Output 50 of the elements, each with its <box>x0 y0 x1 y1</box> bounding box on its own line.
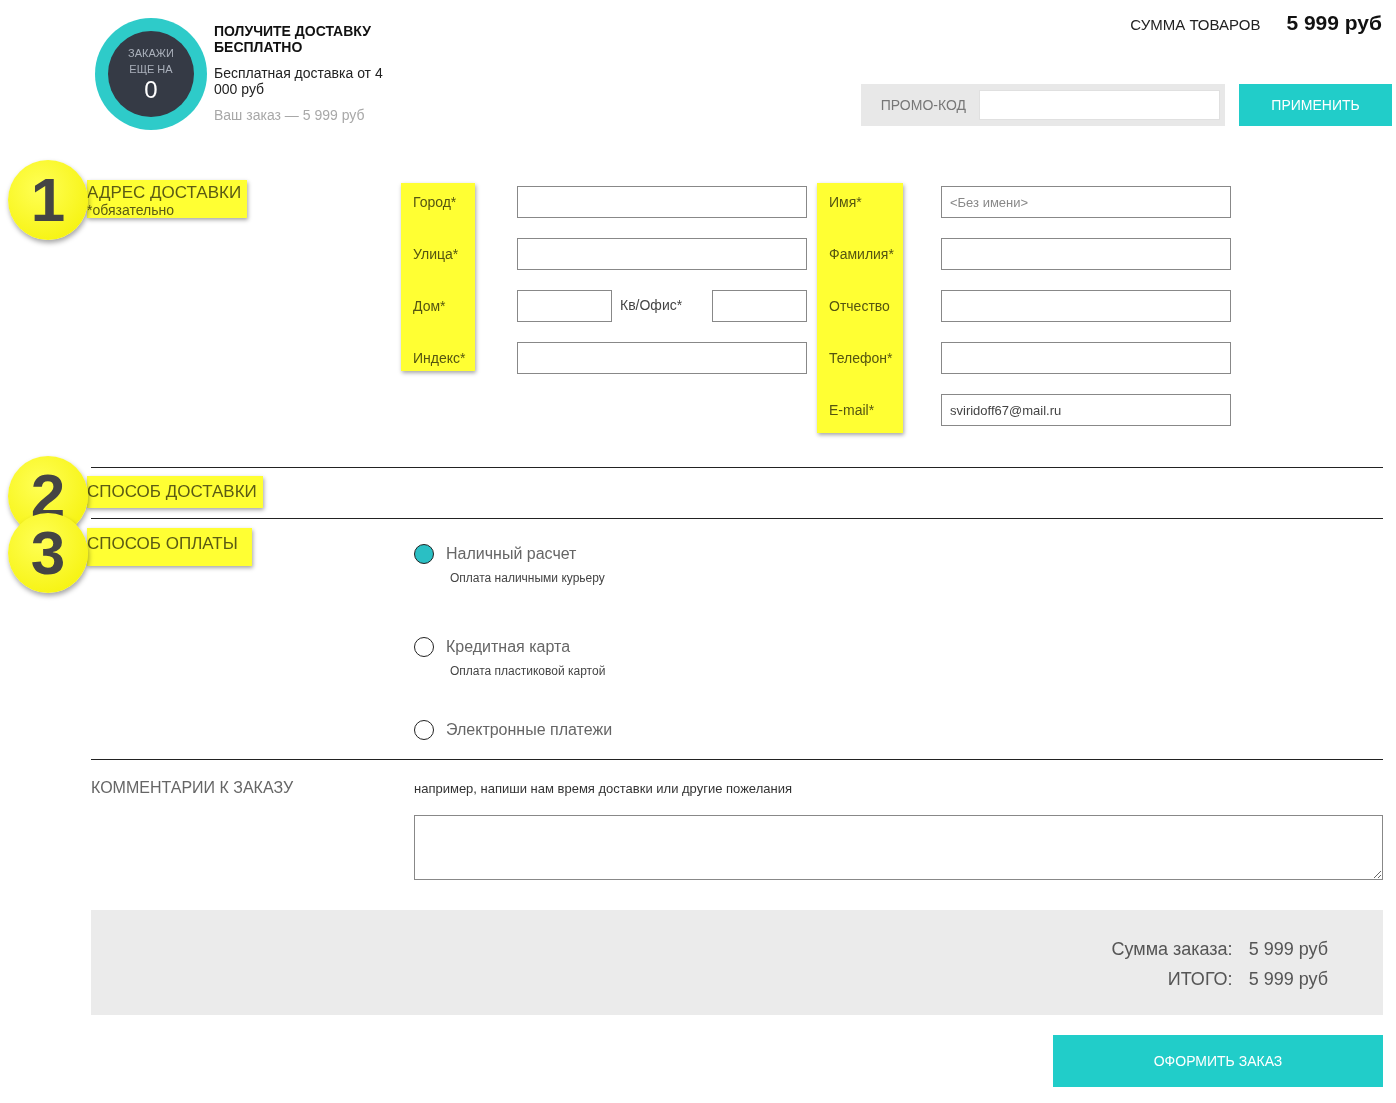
input-field[interactable] <box>712 290 807 322</box>
field-label: Кв/Офис* <box>619 296 684 315</box>
input-field[interactable] <box>517 290 612 322</box>
option-label[interactable]: Наличный расчет <box>446 545 577 563</box>
input-field[interactable]: sviridoff67@mail.ru <box>941 394 1231 426</box>
option-description: Оплата пластиковой картой <box>450 664 607 678</box>
input-field[interactable] <box>941 290 1231 322</box>
step-title: АДРЕС ДОСТАВКИ <box>87 183 242 203</box>
field-label: Улица* <box>413 245 460 264</box>
comment-heading: КОММЕНТАРИИ К ЗАКАЗУ <box>91 779 295 798</box>
step-title: СПОСОБ ДОСТАВКИ <box>87 482 257 502</box>
cart-total-label: СУММА ТОВАРОВ <box>1130 16 1261 33</box>
promo-code-label: ПРОМО-КОД <box>880 97 966 113</box>
field-label: Отчество <box>829 297 891 316</box>
step-number: 3 <box>30 531 66 575</box>
field-label: E-mail* <box>829 401 876 420</box>
summary-value: 5 999 руб <box>1248 968 1328 990</box>
cart-total-value: 5 999 руб <box>1286 11 1382 35</box>
radio-button[interactable] <box>414 720 434 740</box>
option-label[interactable]: Электронные платежи <box>446 721 613 739</box>
promo-code-field[interactable] <box>979 90 1220 120</box>
step-title: СПОСОБ ОПЛАТЫ <box>87 534 238 554</box>
summary-value: 5 999 руб <box>1248 938 1328 960</box>
field-label: Индекс* <box>413 349 467 368</box>
input-field[interactable] <box>941 238 1231 270</box>
banner-title: ПОЛУЧИТЕ ДОСТАВКУ БЕСПЛАТНО <box>214 23 372 55</box>
input-field[interactable] <box>517 186 807 218</box>
promo-circle-text: ЗАКАЖИ ЕЩЕ НА <box>127 46 175 77</box>
option-label[interactable]: Кредитная карта <box>446 638 571 656</box>
promo-circle-amount: 0 <box>144 77 158 103</box>
input-field[interactable] <box>941 342 1231 374</box>
radio-button[interactable] <box>414 544 434 564</box>
banner-subtitle: Бесплатная доставка от 4 000 руб <box>214 65 384 97</box>
field-label: Имя* <box>829 193 863 212</box>
summary-label: ИТОГО: <box>1166 968 1233 990</box>
order-note: Ваш заказ — 5 999 руб <box>214 107 366 123</box>
input-field[interactable]: <Без имени> <box>941 186 1231 218</box>
required-note: *обязательно <box>87 203 175 217</box>
input-field[interactable] <box>517 342 807 374</box>
option-description: Оплата наличными курьеру <box>450 571 606 585</box>
comment-hint: например, напиши нам время доставки или другие пожелания <box>414 781 793 796</box>
summary-label: Сумма заказа: <box>1111 938 1233 960</box>
field-label: Телефон* <box>829 349 894 368</box>
step-number: 1 <box>30 178 66 222</box>
radio-button[interactable] <box>414 637 434 657</box>
field-label: Город* <box>413 193 458 212</box>
field-label: Дом* <box>413 297 447 316</box>
field-label: Фамилия* <box>829 245 895 264</box>
input-field[interactable] <box>517 238 807 270</box>
comment-field[interactable] <box>414 815 1383 880</box>
